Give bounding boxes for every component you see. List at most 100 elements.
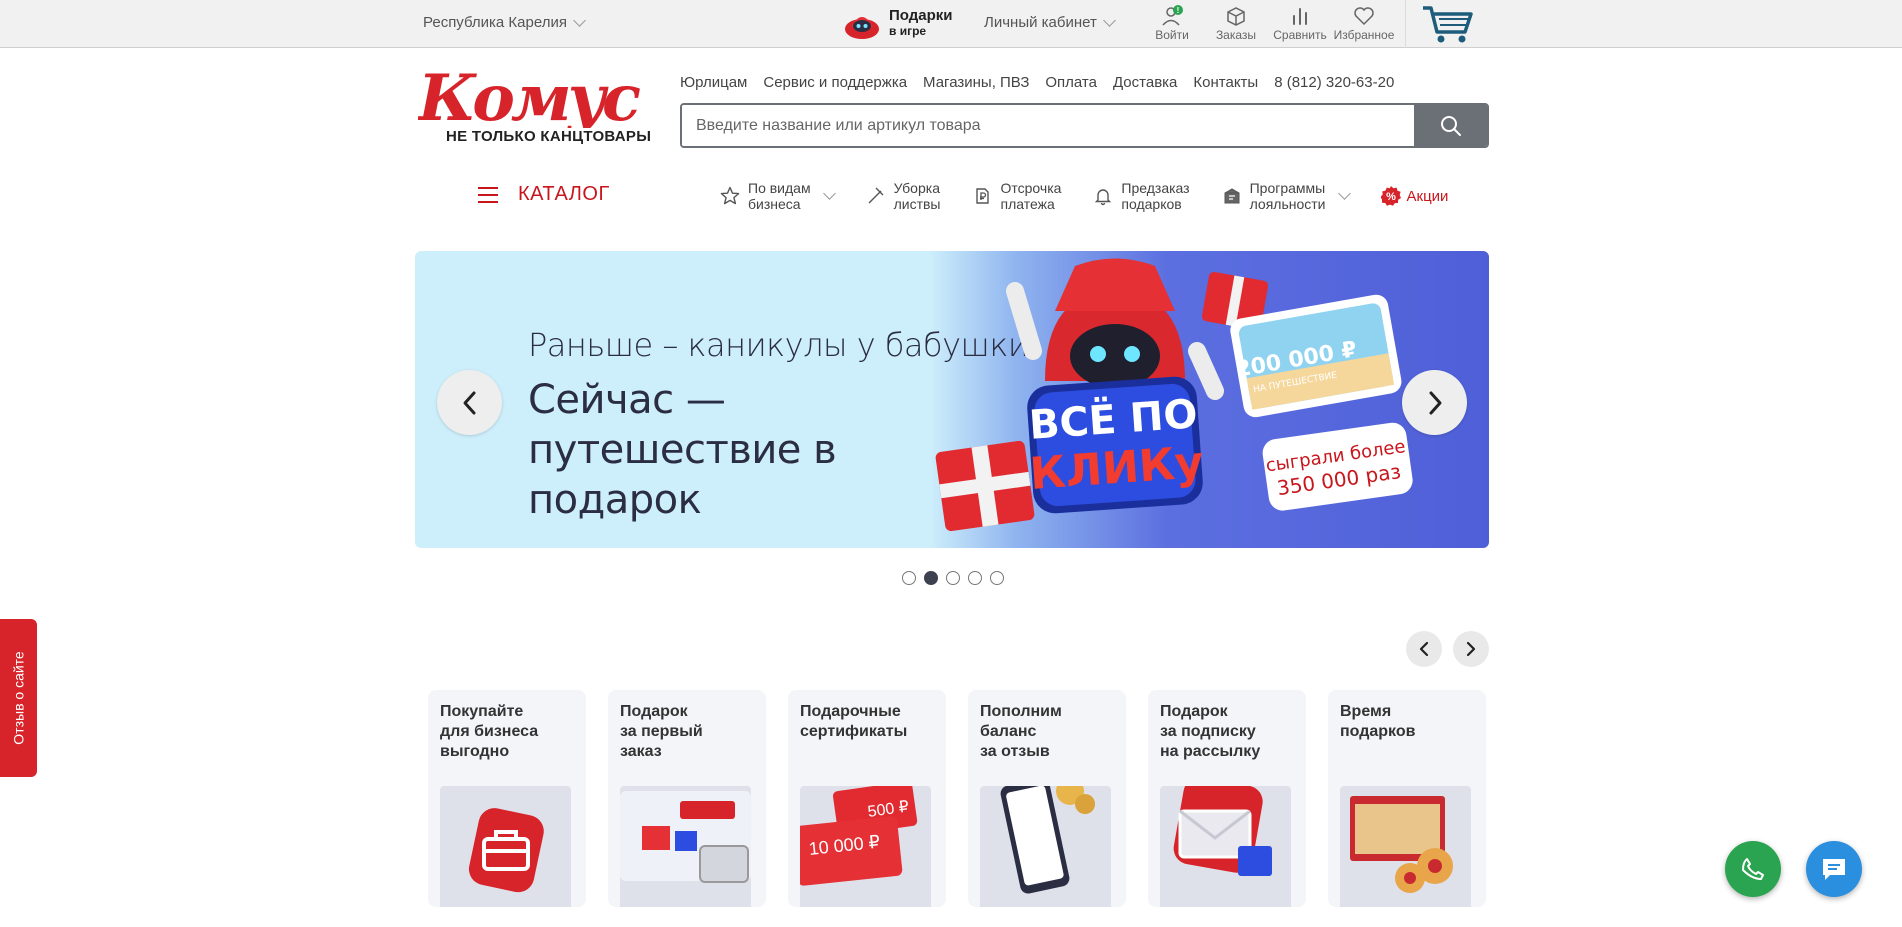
komus-logo[interactable]: Комус НЕ ТОЛЬКО КАНЦТОВАРЫ <box>416 61 654 148</box>
link-legal-entities[interactable]: Юрлицам <box>680 74 747 91</box>
link-contacts[interactable]: Контакты <box>1193 74 1258 91</box>
travel-ticket: 200 000 ₽ НА ПУТЕШЕСТВИЕ <box>1230 294 1402 418</box>
svg-text:НА ПУТЕШЕСТВИЕ: НА ПУТЕШЕСТВИЕ <box>1253 371 1339 396</box>
cabinet-label: Личный кабинет <box>984 14 1097 31</box>
banner-next-button[interactable] <box>1402 370 1467 435</box>
phone-coin-icon <box>980 786 1111 907</box>
link-payment[interactable]: Оплата <box>1045 74 1097 91</box>
svg-text:350 000 раз: 350 000 раз <box>1276 459 1403 500</box>
cart-button[interactable] <box>1405 0 1490 48</box>
call-button[interactable] <box>1725 841 1781 897</box>
briefcase-icon <box>440 786 571 907</box>
catalog-label: КАТАЛОГ <box>518 183 610 205</box>
chat-button[interactable] <box>1806 841 1862 897</box>
svg-text:!: ! <box>1177 6 1180 15</box>
cards-prev-button[interactable] <box>1406 631 1442 667</box>
robot-mascot <box>1006 258 1224 400</box>
catalog-button[interactable]: КАТАЛОГ <box>478 183 610 206</box>
link-delivery[interactable]: Доставка <box>1113 74 1177 91</box>
login-label: Войти <box>1155 28 1189 42</box>
gift-card-icon <box>620 786 751 907</box>
login-button[interactable]: ! Войти <box>1140 4 1204 42</box>
chevron-down-icon <box>1337 187 1351 200</box>
compare-label: Сравнить <box>1273 28 1327 42</box>
svg-text:ВСЁ ПО: ВСЁ ПО <box>1027 389 1199 449</box>
chevron-right-icon <box>1429 391 1441 414</box>
chevron-left-icon <box>1419 641 1429 657</box>
region-selector[interactable]: Республика Карелия <box>423 13 586 31</box>
orders-button[interactable]: Заказы <box>1204 4 1268 42</box>
promo-banner[interactable]: Раньше – каникулы у бабушки Сейчас — пут… <box>415 251 1489 548</box>
heart-icon <box>1354 7 1374 26</box>
chevron-down-icon <box>573 13 586 27</box>
pagination-dot[interactable] <box>902 571 916 585</box>
svg-text:КЛИКу: КЛИКу <box>1028 437 1205 500</box>
certificate-icon: 500 ₽ 10 000 ₽ <box>800 786 931 907</box>
nav-business-types[interactable]: По видам бизнеса <box>720 180 836 212</box>
link-stores[interactable]: Магазины, ПВЗ <box>923 74 1029 91</box>
nav-deferred-payment-label: Отсрочка платежа <box>1000 180 1062 212</box>
favorites-button[interactable]: Избранное <box>1332 4 1396 42</box>
pagination-dot[interactable] <box>990 571 1004 585</box>
card-title: Пополним баланс за отзыв <box>980 703 1062 760</box>
pagination-dot-active[interactable] <box>924 571 938 585</box>
envelope-icon <box>1160 786 1291 907</box>
nav-deferred-payment[interactable]: Отсрочка платежа <box>972 180 1061 212</box>
header-links: Юрлицам Сервис и поддержка Магазины, ПВЗ… <box>680 74 1394 91</box>
search-button[interactable] <box>1414 105 1487 146</box>
link-service-support[interactable]: Сервис и поддержка <box>763 74 907 91</box>
phone-icon <box>1742 858 1764 880</box>
card-gift-certificates[interactable]: Подарочные сертификаты 500 ₽ 10 000 ₽ <box>788 690 946 907</box>
card-title: Подарок за первый заказ <box>620 703 703 760</box>
card-title: Подарочные сертификаты <box>800 703 908 740</box>
banner-headline-1: Раньше – каникулы у бабушки <box>528 326 1029 364</box>
site-feedback-tab[interactable]: Отзыв о сайте <box>0 619 37 777</box>
robot-icon <box>843 5 881 41</box>
pagination-dot[interactable] <box>946 571 960 585</box>
search-input[interactable] <box>682 105 1414 146</box>
percent-badge-icon: % <box>1380 186 1401 206</box>
search-icon <box>1440 115 1461 136</box>
banner-prev-button[interactable] <box>437 370 502 435</box>
loyalty-icon <box>1224 188 1240 204</box>
card-business-buying[interactable]: Покупайте для бизнеса выгодно <box>428 690 586 907</box>
feedback-label: Отзыв о сайте <box>10 651 27 745</box>
favorites-label: Избранное <box>1333 28 1395 42</box>
nav-preorder-gifts[interactable]: Предзаказ подарков <box>1093 180 1190 212</box>
banner-pagination <box>902 571 1004 585</box>
gifts-game-link[interactable]: Подарки в игре <box>843 5 953 41</box>
card-review-balance[interactable]: Пополним баланс за отзыв <box>968 690 1126 907</box>
played-count-badge: сыграли более 350 000 раз <box>1262 422 1413 511</box>
nav-preorder-gifts-label: Предзаказ подарков <box>1121 180 1190 212</box>
card-first-order-gift[interactable]: Подарок за первый заказ <box>608 690 766 907</box>
promo-cards: Покупайте для бизнеса выгодно Подарок за… <box>428 690 1486 907</box>
card-gift-time[interactable]: Время подарков <box>1328 690 1486 907</box>
nav-loyalty-programs[interactable]: Программы лояльности <box>1222 180 1351 212</box>
bell-icon <box>1095 189 1112 206</box>
svg-text:сыграли более: сыграли более <box>1265 436 1407 476</box>
nav-promotions[interactable]: % Акции <box>1380 186 1449 206</box>
user-icon: ! <box>1162 5 1183 26</box>
cards-next-button[interactable] <box>1453 631 1489 667</box>
nav-promotions-label: Акции <box>1406 187 1449 205</box>
personal-cabinet-menu[interactable]: Личный кабинет <box>984 13 1116 31</box>
region-label: Республика Карелия <box>423 14 567 31</box>
nav-business-types-label: По видам бизнеса <box>748 180 811 212</box>
chevron-down-icon <box>822 187 836 200</box>
compare-icon <box>1293 8 1307 25</box>
nav-leaf-cleaning[interactable]: Уборка листвы <box>866 180 940 212</box>
pagination-dot[interactable] <box>968 571 982 585</box>
search-bar <box>680 103 1489 148</box>
compare-button[interactable]: Сравнить <box>1268 4 1332 42</box>
click-badge: ВСЁ ПО КЛИКу <box>1027 376 1205 514</box>
gifts-subtitle: в игре <box>889 24 927 38</box>
top-bar: Республика Карелия Подарки в игре Личный… <box>0 0 1902 48</box>
card-newsletter-gift[interactable]: Подарок за подписку на рассылку <box>1148 690 1306 907</box>
star-icon <box>720 186 740 205</box>
phone-number[interactable]: 8 (812) 320-63-20 <box>1274 74 1394 91</box>
logo-wordmark: Комус <box>418 66 640 128</box>
banner-headline-2: Сейчас — путешествие в подарок <box>528 377 837 523</box>
chevron-down-icon <box>1102 13 1116 27</box>
gifts-title: Подарки <box>889 7 953 24</box>
nav-loyalty-programs-label: Программы лояльности <box>1249 180 1326 212</box>
